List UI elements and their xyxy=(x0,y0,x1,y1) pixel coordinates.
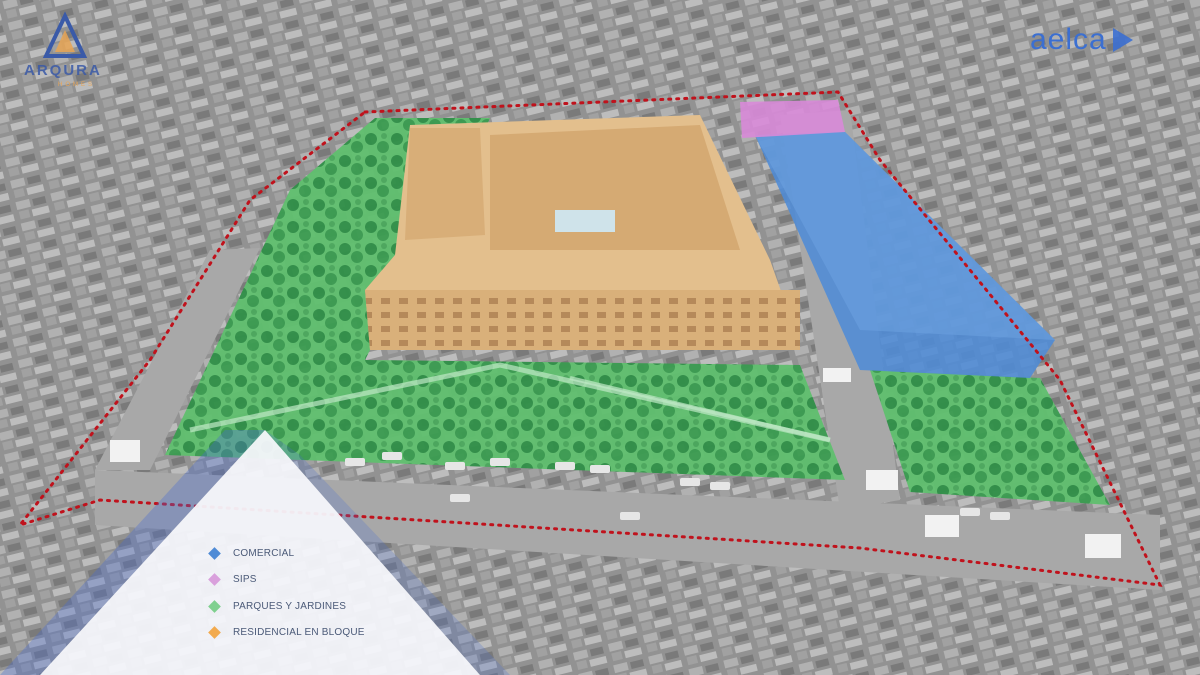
masterplan-aerial-view: ARQURA HOMES aelca COMERCIAL SIPS PARQUE… xyxy=(0,0,1200,675)
aelca-logo: aelca xyxy=(1030,20,1133,60)
arqura-logo: ARQURA HOMES xyxy=(10,10,120,90)
zone-sips xyxy=(740,100,845,138)
play-triangle-logo-icon xyxy=(1112,28,1133,52)
aerial-scene xyxy=(0,0,1200,675)
aelca-brand-name: aelca xyxy=(1030,23,1107,56)
arqura-a-logo-icon xyxy=(42,11,88,58)
arqura-brand-name: ARQURA xyxy=(24,62,102,79)
arqura-tagline: HOMES xyxy=(58,82,96,88)
